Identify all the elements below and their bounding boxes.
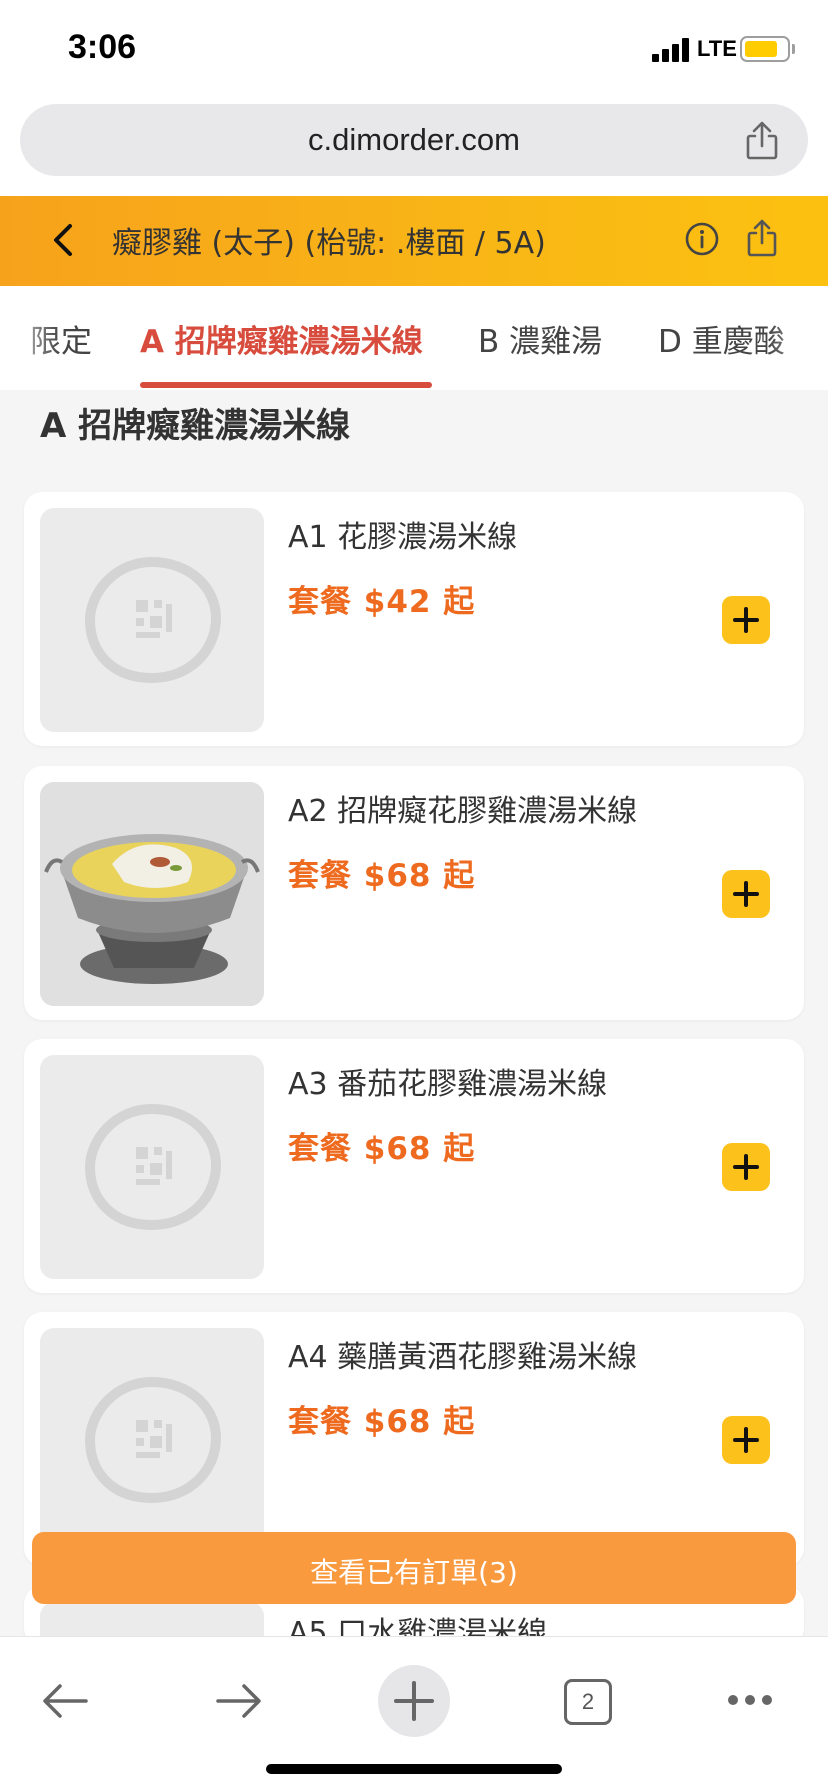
back-arrow-icon[interactable] (44, 220, 84, 260)
add-to-cart-button[interactable] (722, 1143, 770, 1191)
info-icon[interactable] (684, 221, 720, 257)
tabs-icon[interactable]: 2 (564, 1679, 612, 1725)
home-indicator (266, 1764, 562, 1774)
item-name: A3 番茄花膠雞濃湯米線 (288, 1067, 608, 1102)
menu-item-card[interactable]: A1 花膠濃湯米線 套餐 $42 起 (24, 492, 804, 746)
signal-icon (652, 38, 690, 62)
section-title: A 招牌癡雞濃湯米線 (40, 406, 351, 446)
menu-item-card[interactable]: A3 番茄花膠雞濃湯米線 套餐 $68 起 (24, 1039, 804, 1293)
placeholder-logo-icon (40, 1328, 264, 1552)
status-time: 3:06 (68, 28, 137, 66)
url-text[interactable]: c.dimorder.com (20, 122, 808, 158)
food-photo (40, 782, 264, 1006)
category-tabs: 限定 A 招牌癡雞濃湯米線 B 濃雞湯 D 重慶酸 (0, 286, 828, 390)
placeholder-logo-icon (40, 508, 264, 732)
placeholder-logo-icon (40, 1055, 264, 1279)
forward-arrow-icon[interactable] (214, 1681, 264, 1721)
more-dots-icon[interactable] (726, 1693, 774, 1707)
browser-url-area: c.dimorder.com (0, 96, 828, 196)
restaurant-title: 癡膠雞 (太子) (枱號: .樓面 / 5A) (112, 226, 546, 261)
new-tab-plus-icon (394, 1681, 434, 1721)
menu-item-card[interactable]: A2 招牌癡花膠雞濃湯米線 套餐 $68 起 (24, 766, 804, 1020)
tab-fade-left (0, 286, 60, 390)
status-bar: 3:06 LTE (0, 0, 828, 96)
tab-a-signature[interactable]: A 招牌癡雞濃湯米線 (140, 316, 423, 361)
add-to-cart-button[interactable] (722, 870, 770, 918)
add-to-cart-button[interactable] (722, 596, 770, 644)
view-orders-button[interactable]: 查看已有訂單(3) (32, 1532, 796, 1604)
item-price: 套餐 $68 起 (288, 1131, 476, 1167)
tab-fade-right (768, 286, 828, 390)
tab-b-chicken-soup[interactable]: B 濃雞湯 (478, 316, 602, 361)
address-bar[interactable]: c.dimorder.com (20, 104, 808, 176)
item-name: A1 花膠濃湯米線 (288, 520, 518, 555)
item-price: 套餐 $68 起 (288, 1404, 476, 1440)
restaurant-header: 癡膠雞 (太子) (枱號: .樓面 / 5A) (0, 196, 828, 286)
item-price: 套餐 $42 起 (288, 584, 476, 620)
share-icon[interactable] (742, 120, 782, 162)
back-arrow-icon[interactable] (40, 1681, 90, 1721)
add-to-cart-button[interactable] (722, 1416, 770, 1464)
network-label: LTE (697, 36, 737, 61)
battery-icon (740, 36, 790, 62)
menu-item-card[interactable]: A4 藥膳黃酒花膠雞湯米線 套餐 $68 起 (24, 1312, 804, 1566)
battery-tip (792, 44, 795, 54)
item-name: A2 招牌癡花膠雞濃湯米線 (288, 794, 638, 829)
share-icon[interactable] (744, 218, 780, 258)
item-name: A4 藥膳黃酒花膠雞湯米線 (288, 1340, 638, 1375)
item-price: 套餐 $68 起 (288, 858, 476, 894)
new-tab-button[interactable] (378, 1665, 450, 1737)
active-tab-indicator (140, 382, 432, 388)
view-orders-label: 查看已有訂單(3) (310, 1556, 518, 1589)
tab-d-chongqing[interactable]: D 重慶酸 (658, 316, 785, 361)
